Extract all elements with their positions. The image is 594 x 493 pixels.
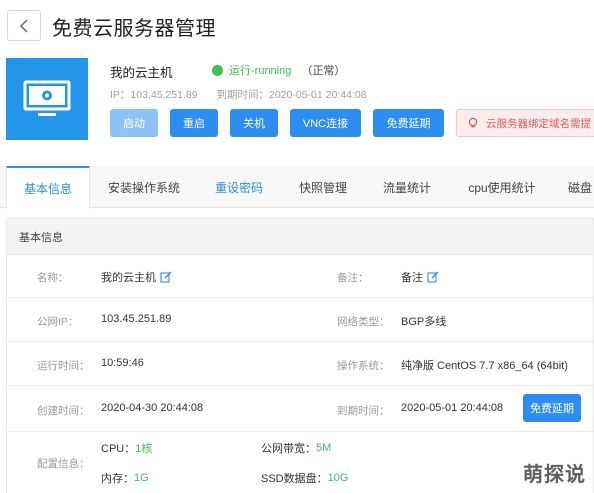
tab-cpu[interactable]: cpu使用统计 bbox=[456, 166, 548, 208]
name-text: 我的云主机 bbox=[101, 272, 156, 284]
status-dot-icon bbox=[212, 64, 223, 76]
monitor-icon bbox=[23, 80, 71, 116]
created-value: 2020-04-30 20:44:08 bbox=[101, 402, 204, 414]
memory-item: 内存： 1G bbox=[101, 470, 149, 486]
edit-icon[interactable] bbox=[427, 271, 439, 283]
info-row-config: 配置信息： CPU： 1核 公网带宽： 5M 内存： 1G SSD数据盘： 10G bbox=[7, 432, 594, 493]
tab-basic-info[interactable]: 基本信息 bbox=[6, 166, 90, 209]
expire-value: 2020-05-01 20:44:08 bbox=[401, 402, 504, 414]
server-ip: IP：103.45.251.89 bbox=[110, 89, 198, 101]
info-row-name: 名称： 我的云主机 备注： 备注 bbox=[7, 256, 594, 298]
restart-button[interactable]: 重启 bbox=[170, 109, 218, 137]
status-running-text: 运行-running bbox=[229, 65, 292, 77]
memory-value: 1G bbox=[134, 472, 149, 484]
bandwidth-item: 公网带宽： 5M bbox=[261, 440, 331, 456]
page-title: 免费云服务器管理 bbox=[52, 18, 216, 40]
note-text: 备注 bbox=[401, 272, 423, 284]
info-row-network: 公网IP： 103.45.251.89 网络类型： BGP多线 bbox=[7, 298, 594, 342]
domain-notice-text: 云服务器绑定域名需提 bbox=[486, 117, 591, 130]
server-name: 我的云主机 bbox=[110, 66, 173, 80]
bulb-icon bbox=[468, 117, 478, 128]
renew-small-button[interactable]: 免费延期 bbox=[523, 394, 581, 422]
bandwidth-value: 5M bbox=[316, 442, 332, 454]
public-ip-value: 103.45.251.89 bbox=[101, 313, 172, 325]
bandwidth-label: 公网带宽： bbox=[261, 443, 316, 455]
disk-label: SSD数据盘： bbox=[261, 473, 328, 485]
start-button[interactable]: 启动 bbox=[110, 109, 158, 137]
domain-notice[interactable]: 云服务器绑定域名需提 bbox=[456, 109, 594, 137]
disk-value: 10G bbox=[327, 472, 349, 484]
vnc-button[interactable]: VNC连接 bbox=[290, 109, 361, 137]
created-label: 创建时间： bbox=[37, 405, 90, 417]
info-row-runtime: 运行时间： 10:59:46 操作系统： 纯净版 CentOS 7.7 x86_… bbox=[7, 342, 594, 386]
tab-reset-password[interactable]: 重设密码 bbox=[200, 166, 278, 208]
back-button[interactable] bbox=[7, 10, 41, 41]
tab-install-os[interactable]: 安装操作系统 bbox=[96, 166, 192, 208]
memory-label: 内存： bbox=[101, 473, 134, 485]
network-label: 网络类型： bbox=[337, 316, 390, 328]
server-expire: 到期时间：2020-05-01 20:44:08 bbox=[216, 89, 367, 101]
chevron-left-icon bbox=[19, 18, 28, 33]
renew-button[interactable]: 免费延期 bbox=[373, 109, 444, 137]
edit-icon[interactable] bbox=[160, 271, 172, 283]
shutdown-button[interactable]: 关机 bbox=[230, 109, 278, 137]
tab-traffic[interactable]: 流量统计 bbox=[370, 166, 444, 208]
uptime-value: 10:59:46 bbox=[101, 357, 144, 369]
cpu-item: CPU： 1核 bbox=[101, 440, 152, 456]
uptime-label: 运行时间： bbox=[37, 360, 90, 372]
config-label: 配置信息： bbox=[37, 458, 90, 470]
server-status: 运行-running （正常） bbox=[212, 62, 345, 78]
basic-info-section: 基本信息 名称： 我的云主机 备注： 备注 公网IP： 103.45.251.8… bbox=[6, 218, 594, 493]
status-normal-text: （正常） bbox=[301, 65, 346, 77]
server-meta: IP：103.45.251.89 到期时间：2020-05-01 20:44:0… bbox=[110, 87, 383, 102]
cpu-label: CPU： bbox=[101, 443, 136, 455]
name-value: 我的云主机 bbox=[101, 269, 172, 285]
disk-item: SSD数据盘： 10G bbox=[261, 470, 348, 486]
name-label: 名称： bbox=[37, 272, 69, 284]
os-value: 纯净版 CentOS 7.7 x86_64 (64bit) bbox=[401, 360, 568, 372]
os-label: 操作系统： bbox=[337, 360, 390, 372]
tab-disk[interactable]: 磁盘 bbox=[560, 166, 594, 208]
note-value: 备注 bbox=[401, 269, 439, 285]
server-tile bbox=[6, 58, 88, 140]
expire-label: 到期时间： bbox=[337, 405, 390, 417]
page-header: 免费云服务器管理 bbox=[0, 0, 594, 52]
info-row-dates: 创建时间： 2020-04-30 20:44:08 到期时间： 2020-05-… bbox=[7, 386, 594, 432]
section-title: 基本信息 bbox=[7, 219, 593, 255]
watermark: 萌探说 bbox=[523, 464, 586, 486]
tab-bar: 基本信息 安装操作系统 重设密码 快照管理 流量统计 cpu使用统计 磁盘 bbox=[0, 166, 594, 209]
tab-snapshots[interactable]: 快照管理 bbox=[286, 166, 360, 208]
cpu-value: 1核 bbox=[135, 443, 153, 455]
network-value: BGP多线 bbox=[401, 316, 447, 328]
note-label: 备注： bbox=[337, 272, 369, 284]
public-ip-label: 公网IP： bbox=[37, 316, 79, 328]
